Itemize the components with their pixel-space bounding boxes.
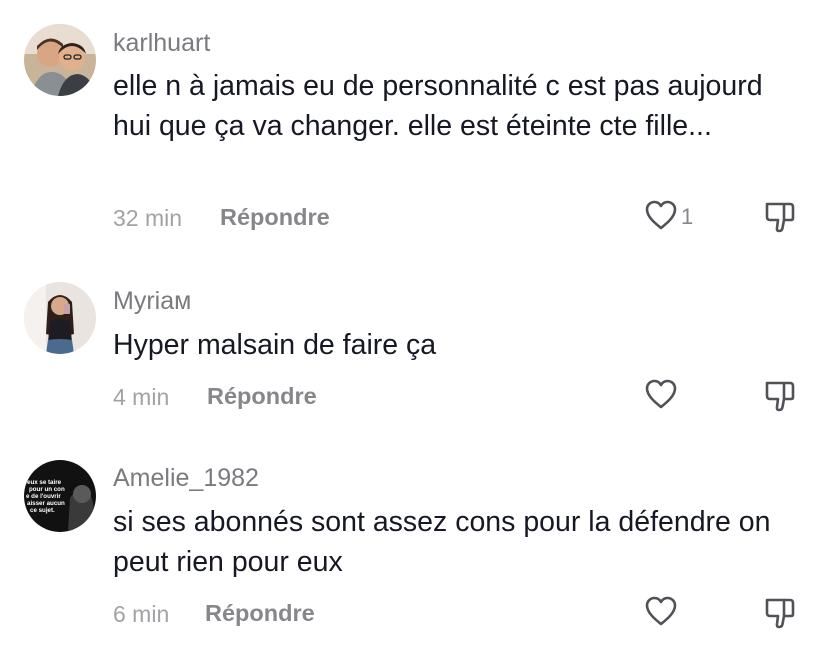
comment-username[interactable]: karlhuart [113, 29, 210, 58]
comment-timestamp: 32 min [113, 205, 183, 231]
avatar-quote-line: eux se taire [27, 479, 62, 486]
avatar-quote-line: pour un con [29, 486, 65, 493]
avatar[interactable] [24, 24, 96, 96]
comment-timestamp: 6 min [113, 601, 170, 627]
like-button[interactable]: 1 [644, 199, 693, 235]
avatar-quote-line: e de l'ouvrir [26, 493, 61, 500]
comment-username[interactable]: Myriaм [113, 287, 191, 316]
heart-outline-icon [644, 595, 678, 632]
dislike-button[interactable] [762, 378, 798, 414]
comment-text: Hyper malsain de faire ça [113, 329, 437, 361]
reply-button[interactable]: Répondre [220, 204, 330, 231]
comment-username[interactable]: Amelie_1982 [113, 464, 259, 493]
avatar[interactable]: eux se taire pour un con e de l'ouvrir a… [24, 460, 96, 532]
comment-timestamp: 4 min [113, 384, 170, 410]
avatar[interactable] [24, 282, 96, 354]
comment-text: si ses abonnés sont assez cons pour la d… [113, 506, 771, 578]
like-button[interactable] [644, 595, 681, 631]
heart-outline-icon [644, 378, 678, 415]
dislike-button[interactable] [762, 595, 798, 631]
avatar-quote-line: aisser aucun [27, 500, 65, 507]
thumbs-down-outline-icon [762, 381, 798, 418]
dislike-button[interactable] [762, 199, 798, 235]
heart-outline-icon [644, 199, 678, 236]
like-button[interactable] [644, 378, 681, 414]
reply-button[interactable]: Répondre [205, 600, 315, 627]
like-count: 1 [681, 204, 694, 229]
thumbs-down-outline-icon [762, 598, 798, 635]
thumbs-down-outline-icon [762, 202, 798, 239]
reply-button[interactable]: Répondre [207, 383, 317, 410]
comment-text: elle n à jamais eu de personnalité c est… [113, 70, 763, 142]
avatar-quote-line: ce sujet. [30, 507, 55, 514]
